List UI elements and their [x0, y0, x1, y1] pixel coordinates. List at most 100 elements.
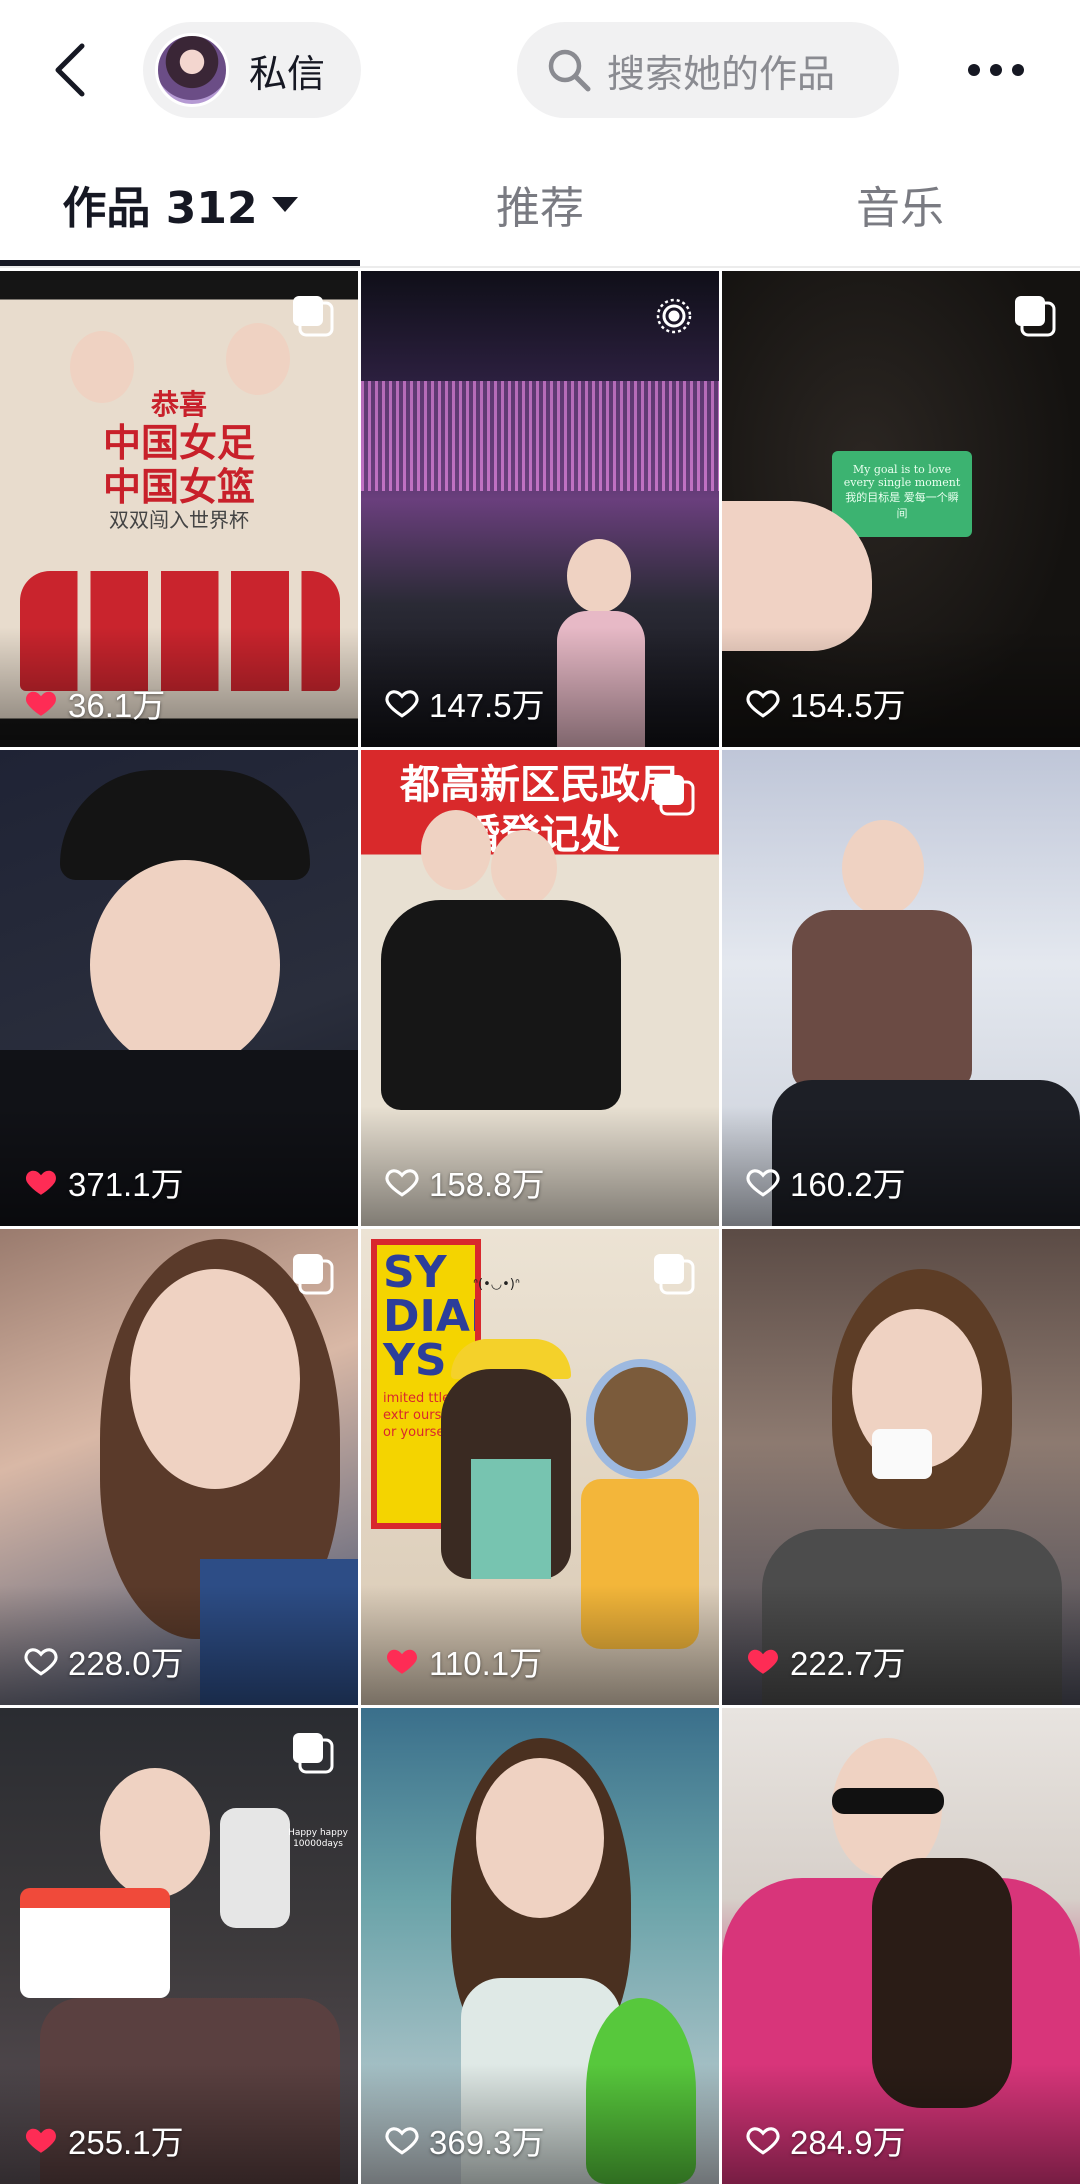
- thumbnail-note: Happy happy 10000days: [288, 1828, 348, 1849]
- thumbnail-figure: [872, 1429, 932, 1479]
- video-thumbnail[interactable]: 369.3万: [361, 1708, 719, 2184]
- like-count-value: 222.7万: [790, 1645, 906, 1682]
- thumbnail-figure: [832, 1788, 944, 1814]
- like-count: 110.1万: [383, 1637, 542, 1685]
- like-count: 36.1万: [22, 679, 165, 727]
- like-count-value: 369.3万: [429, 2124, 545, 2161]
- like-count-value: 160.2万: [790, 1166, 906, 1203]
- video-thumbnail[interactable]: 160.2万: [722, 750, 1080, 1226]
- video-thumbnail[interactable]: 147.5万: [361, 271, 719, 747]
- thumbnail-figure: [567, 539, 631, 613]
- video-thumbnail[interactable]: Happy happy 10000days 255.1万: [0, 1708, 358, 2184]
- direct-message-button[interactable]: 私信: [143, 22, 361, 118]
- thumbnail-sticker: ᐢ(•◡•)ᐢ: [473, 1277, 520, 1292]
- video-thumbnail[interactable]: SY DIAN YS imited ttle extr ourself. or …: [361, 1229, 719, 1705]
- like-count-value: 255.1万: [68, 2124, 184, 2161]
- profile-tabs: 作品 312 推荐 音乐: [0, 140, 1080, 268]
- live-photo-icon: [656, 298, 692, 334]
- video-thumbnail[interactable]: 都高新区民政局 婚登记处 158.8万: [361, 750, 719, 1226]
- heart-outline-icon: [385, 2127, 419, 2155]
- more-dot: [1012, 64, 1024, 76]
- heart-outline-icon: [385, 1169, 419, 1197]
- thumbnail-figure: [586, 1359, 696, 1479]
- tab-recommended[interactable]: 推荐: [360, 140, 720, 268]
- video-thumbnail[interactable]: 恭喜 中国女足 中国女篮 双双闯入世界杯 36.1万: [0, 271, 358, 747]
- multi-image-icon: [293, 1733, 334, 1774]
- like-count: 369.3万: [383, 2116, 545, 2164]
- multi-image-icon: [1015, 296, 1056, 337]
- thumbnail-figure: [90, 860, 280, 1070]
- thumbnail-figure: [842, 820, 924, 916]
- direct-message-label: 私信: [249, 51, 326, 96]
- heart-outline-icon: [385, 690, 419, 718]
- heart-outline-icon: [746, 2127, 780, 2155]
- poster-line: 中国女篮: [102, 463, 255, 509]
- tab-works[interactable]: 作品 312: [0, 140, 360, 268]
- video-thumbnail[interactable]: 284.9万: [722, 1708, 1080, 2184]
- thumbnail-figure: [220, 1808, 290, 1928]
- thumbnail-figure: [361, 381, 719, 491]
- like-count-value: 228.0万: [68, 1645, 184, 1682]
- like-count-value: 154.5万: [790, 687, 906, 724]
- multi-image-icon: [293, 296, 334, 337]
- heart-filled-icon: [748, 1649, 778, 1674]
- more-dot: [968, 64, 980, 76]
- search-icon: [543, 44, 595, 96]
- thumbnail-figure: [226, 323, 290, 395]
- tab-music-label: 音乐: [856, 183, 944, 234]
- multi-image-icon: [654, 1254, 695, 1295]
- video-thumbnail[interactable]: 371.1万: [0, 750, 358, 1226]
- multi-image-icon: [293, 1254, 334, 1295]
- like-count-value: 158.8万: [429, 1166, 545, 1203]
- poster-title: 恭喜 中国女足 中国女篮 双双闯入世界杯: [0, 388, 358, 532]
- thumbnail-figure: [491, 830, 557, 906]
- thumbnail-figure: [130, 1269, 300, 1489]
- caret-down-icon[interactable]: [271, 196, 298, 212]
- search-placeholder: 搜索她的作品: [607, 51, 836, 96]
- top-bar: 私信 搜索她的作品: [0, 0, 1080, 140]
- like-count-value: 284.9万: [790, 2124, 906, 2161]
- divider: [0, 266, 1080, 268]
- poster-line: 恭喜: [150, 388, 207, 421]
- thumbnail-figure: [476, 1758, 604, 1918]
- thumbnail-figure: [381, 900, 621, 1110]
- thumbnail-figure: [100, 1768, 210, 1898]
- more-button[interactable]: [960, 40, 1032, 100]
- like-count: 160.2万: [744, 1158, 906, 1206]
- like-count: 371.1万: [22, 1158, 184, 1206]
- like-count: 147.5万: [383, 679, 545, 727]
- thumbnail-figure: [792, 910, 972, 1090]
- like-count-value: 147.5万: [429, 687, 545, 724]
- thumbnail-figure: [421, 810, 491, 890]
- poster-line: 双双闯入世界杯: [109, 507, 249, 532]
- multi-image-icon: [654, 775, 695, 816]
- heart-outline-icon: [746, 690, 780, 718]
- video-thumbnail[interactable]: My goal is to love every single moment 我…: [722, 271, 1080, 747]
- like-count: 158.8万: [383, 1158, 545, 1206]
- tab-recommended-label: 推荐: [496, 183, 584, 234]
- thumbnail-card: My goal is to love every single moment 我…: [832, 451, 972, 537]
- search-input[interactable]: 搜索她的作品: [517, 22, 899, 118]
- back-button[interactable]: [40, 35, 100, 105]
- heart-filled-icon: [387, 1649, 417, 1674]
- poster-line: 中国女足: [102, 420, 255, 466]
- heart-filled-icon: [26, 691, 56, 716]
- like-count: 255.1万: [22, 2116, 184, 2164]
- thumbnail-figure: [471, 1459, 551, 1579]
- like-count-value: 36.1万: [68, 687, 166, 724]
- more-dot: [990, 64, 1002, 76]
- tab-music[interactable]: 音乐: [720, 140, 1080, 268]
- video-thumbnail[interactable]: 222.7万: [722, 1229, 1080, 1705]
- video-thumbnail[interactable]: 228.0万: [0, 1229, 358, 1705]
- thumbnail-figure: [20, 1888, 170, 1998]
- like-count: 154.5万: [744, 679, 906, 727]
- heart-outline-icon: [746, 1169, 780, 1197]
- like-count-value: 110.1万: [429, 1645, 543, 1682]
- heart-filled-icon: [26, 2128, 56, 2153]
- like-count: 284.9万: [744, 2116, 906, 2164]
- heart-outline-icon: [24, 1648, 58, 1676]
- heart-filled-icon: [26, 1170, 56, 1195]
- back-arrow-icon: [55, 43, 85, 97]
- like-count-value: 371.1万: [68, 1166, 184, 1203]
- tab-works-label: 作品 312: [62, 183, 258, 234]
